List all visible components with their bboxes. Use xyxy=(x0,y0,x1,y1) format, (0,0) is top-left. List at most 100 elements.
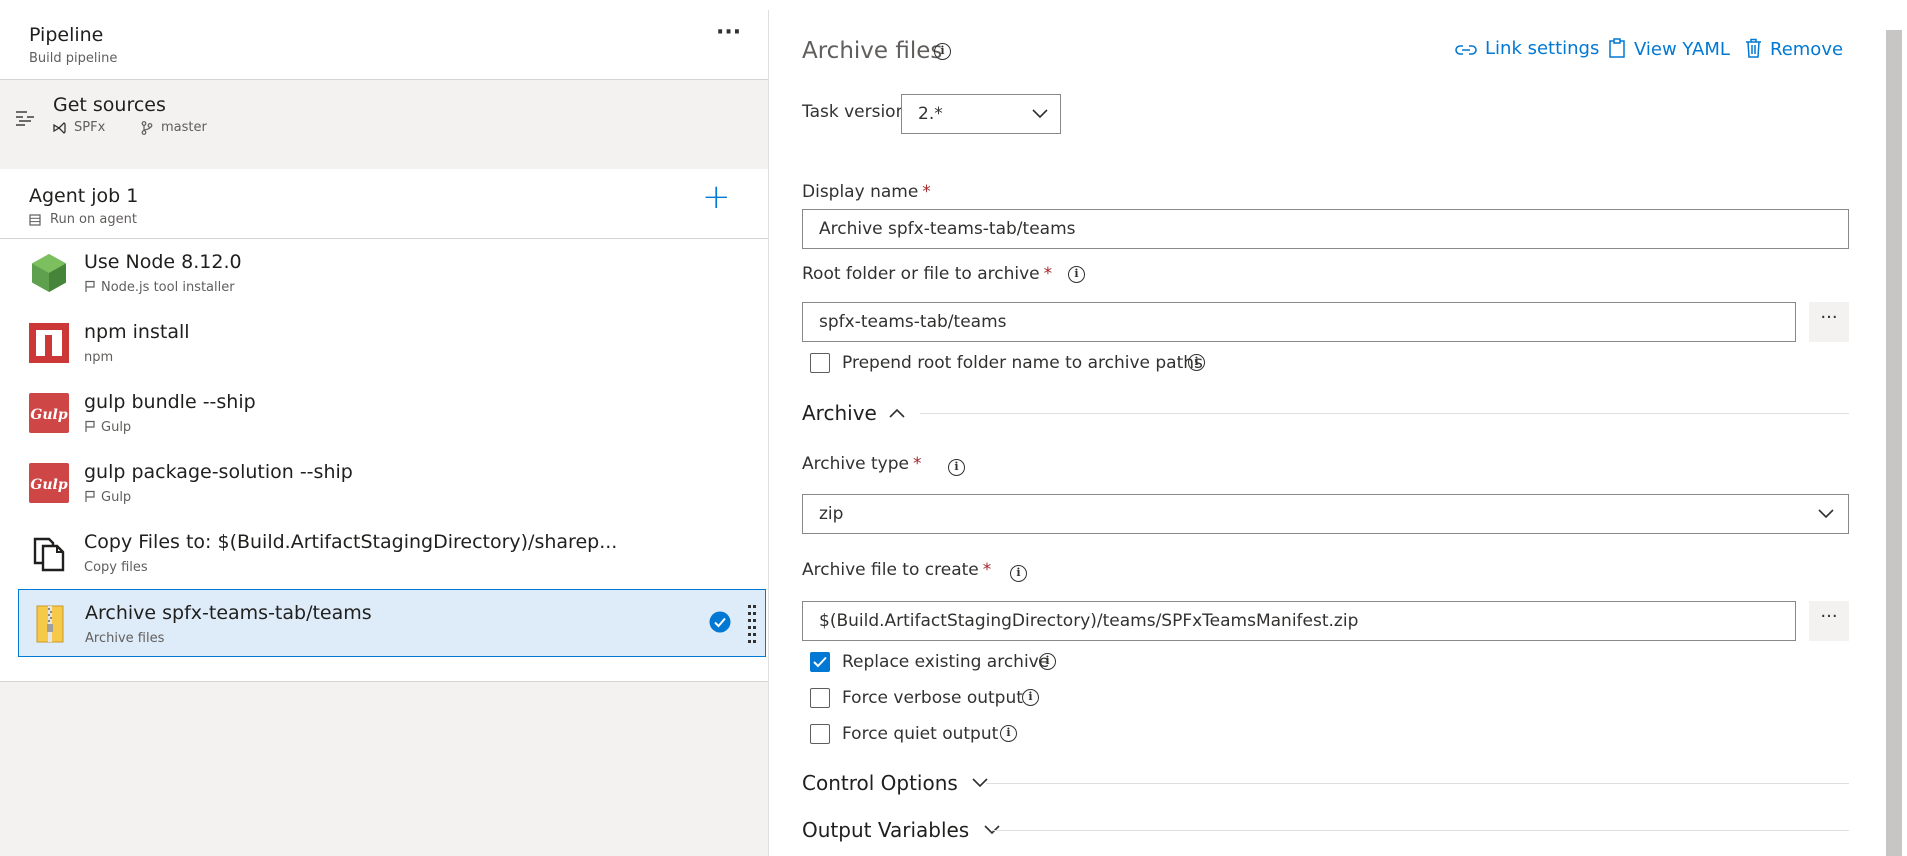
task-version-value: 2.* xyxy=(918,104,943,124)
svg-text:Gulp: Gulp xyxy=(30,477,67,493)
flag-icon xyxy=(85,490,95,502)
control-options-header[interactable]: Control Options xyxy=(802,771,988,795)
archive-file-label: Archive file to create * xyxy=(802,560,992,580)
task-subtitle: npm xyxy=(84,350,114,365)
agent-job-card: Agent job 1 Run on agent + Use Node 8.12… xyxy=(0,169,768,682)
remove-button[interactable]: Remove xyxy=(1745,38,1843,60)
force-quiet-checkbox[interactable] xyxy=(810,724,830,744)
trash-icon xyxy=(1746,38,1761,58)
get-sources-item[interactable]: Get sources SPFx master xyxy=(0,89,768,149)
replace-existing-checkbox[interactable] xyxy=(810,652,830,672)
nodejs-icon xyxy=(32,254,66,292)
root-folder-input[interactable]: spfx-teams-tab/teams xyxy=(802,302,1796,342)
task-subtitle: Archive files xyxy=(85,631,165,646)
output-variables-header[interactable]: Output Variables xyxy=(802,818,1000,842)
panel-title: Archive files xyxy=(802,38,943,64)
checkmark-icon xyxy=(813,656,827,668)
visual-studio-icon xyxy=(53,122,66,134)
prepend-root-label: Prepend root folder name to archive path… xyxy=(842,353,1203,373)
archive-section-header[interactable]: Archive xyxy=(802,401,905,425)
add-task-icon[interactable]: + xyxy=(702,177,731,217)
task-name: Archive spfx-teams-tab/teams xyxy=(85,602,372,624)
vertical-scrollbar[interactable] xyxy=(1886,30,1902,856)
task-name: gulp package-solution --ship xyxy=(84,461,353,483)
branch-icon xyxy=(141,121,153,135)
clipboard-icon xyxy=(1609,38,1625,58)
npm-icon xyxy=(29,323,69,363)
replace-existing-label: Replace existing archive xyxy=(842,652,1050,672)
root-folder-label: Root folder or file to archive * xyxy=(802,264,1053,284)
archive-type-value: zip xyxy=(819,504,844,524)
section-divider xyxy=(920,413,1849,414)
pipeline-title: Pipeline xyxy=(29,24,104,46)
source-repo-name: SPFx xyxy=(74,120,106,135)
checkmark-circle-icon xyxy=(709,611,731,633)
info-icon[interactable]: i xyxy=(1188,354,1205,371)
task-settings-pane: Archive files i Link settings View YAML … xyxy=(770,0,1880,856)
flag-icon xyxy=(85,420,95,432)
info-icon[interactable]: i xyxy=(948,459,965,476)
task-subtitle-text: Gulp xyxy=(101,490,132,505)
pipeline-subtitle: Build pipeline xyxy=(29,51,118,66)
info-icon[interactable]: i xyxy=(1022,689,1039,706)
control-options-title: Control Options xyxy=(802,771,958,795)
archive-file-input[interactable]: $(Build.ArtifactStagingDirectory)/teams/… xyxy=(802,601,1796,641)
more-options-icon[interactable]: ··· xyxy=(716,20,741,45)
info-icon[interactable]: i xyxy=(1068,266,1085,283)
copy-files-icon xyxy=(33,537,65,572)
output-variables-title: Output Variables xyxy=(802,818,970,842)
task-name: Use Node 8.12.0 xyxy=(84,251,242,273)
task-name: gulp bundle --ship xyxy=(84,391,256,413)
force-verbose-checkbox[interactable] xyxy=(810,688,830,708)
archive-file-browse-button[interactable]: ··· xyxy=(1809,601,1849,641)
pipeline-header[interactable]: Pipeline Build pipeline ··· xyxy=(0,10,768,80)
drag-handle-icon[interactable] xyxy=(746,604,758,644)
view-yaml-button[interactable]: View YAML xyxy=(1608,38,1730,60)
prepend-root-checkbox[interactable] xyxy=(810,353,830,373)
agent-job-header[interactable]: Agent job 1 Run on agent + xyxy=(0,169,768,239)
task-use-node[interactable]: Use Node 8.12.0 Node.js tool installer xyxy=(18,239,766,307)
agent-job-subtitle: Run on agent xyxy=(50,212,137,227)
section-divider xyxy=(986,783,1849,784)
archive-icon xyxy=(36,605,64,643)
display-name-label: Display name * xyxy=(802,182,931,202)
info-icon[interactable]: i xyxy=(1039,653,1056,670)
link-settings-label: Link settings xyxy=(1485,38,1600,59)
task-subtitle-text: Gulp xyxy=(101,420,132,435)
info-icon[interactable]: i xyxy=(1010,565,1027,582)
task-gulp-bundle[interactable]: Gulp gulp bundle --ship Gulp xyxy=(18,379,766,447)
info-icon[interactable]: i xyxy=(934,43,951,60)
pipeline-tasks-pane: Pipeline Build pipeline ··· Get sources … xyxy=(0,10,769,856)
get-sources-title: Get sources xyxy=(53,94,166,116)
gulp-icon: Gulp xyxy=(29,393,69,433)
info-icon[interactable]: i xyxy=(1000,725,1017,742)
display-name-input[interactable]: Archive spfx-teams-tab/teams xyxy=(802,209,1849,249)
gulp-icon: Gulp xyxy=(29,463,69,503)
task-subtitle-text: Node.js tool installer xyxy=(101,280,235,295)
chevron-up-icon xyxy=(889,408,905,418)
task-subtitle: Gulp xyxy=(84,420,131,435)
remove-label: Remove xyxy=(1770,39,1844,60)
task-copy-files[interactable]: Copy Files to: $(Build.ArtifactStagingDi… xyxy=(18,519,766,587)
chevron-down-icon xyxy=(1818,509,1834,519)
source-branch-name: master xyxy=(161,120,207,135)
archive-type-label: Archive type * xyxy=(802,454,922,474)
task-name: Copy Files to: $(Build.ArtifactStagingDi… xyxy=(84,531,618,553)
force-verbose-label: Force verbose output xyxy=(842,688,1023,708)
force-quiet-label: Force quiet output xyxy=(842,724,999,744)
task-gulp-package-solution[interactable]: Gulp gulp package-solution --ship Gulp xyxy=(18,449,766,517)
task-npm-install[interactable]: npm install npm xyxy=(18,309,766,377)
task-version-select[interactable]: 2.* xyxy=(901,94,1061,134)
task-version-label: Task version xyxy=(802,102,907,122)
task-subtitle: Node.js tool installer xyxy=(84,280,235,295)
chevron-down-icon xyxy=(1032,109,1048,119)
link-settings-button[interactable]: Link settings xyxy=(1455,38,1599,59)
section-divider xyxy=(992,830,1849,831)
agent-server-icon xyxy=(29,214,41,226)
task-archive-files[interactable]: Archive spfx-teams-tab/teams Archive fil… xyxy=(18,589,766,657)
archive-type-select[interactable]: zip xyxy=(802,494,1849,534)
task-subtitle: Copy files xyxy=(84,560,148,575)
root-folder-browse-button[interactable]: ··· xyxy=(1809,302,1849,342)
svg-text:Gulp: Gulp xyxy=(30,407,67,423)
task-subtitle: Gulp xyxy=(84,490,131,505)
